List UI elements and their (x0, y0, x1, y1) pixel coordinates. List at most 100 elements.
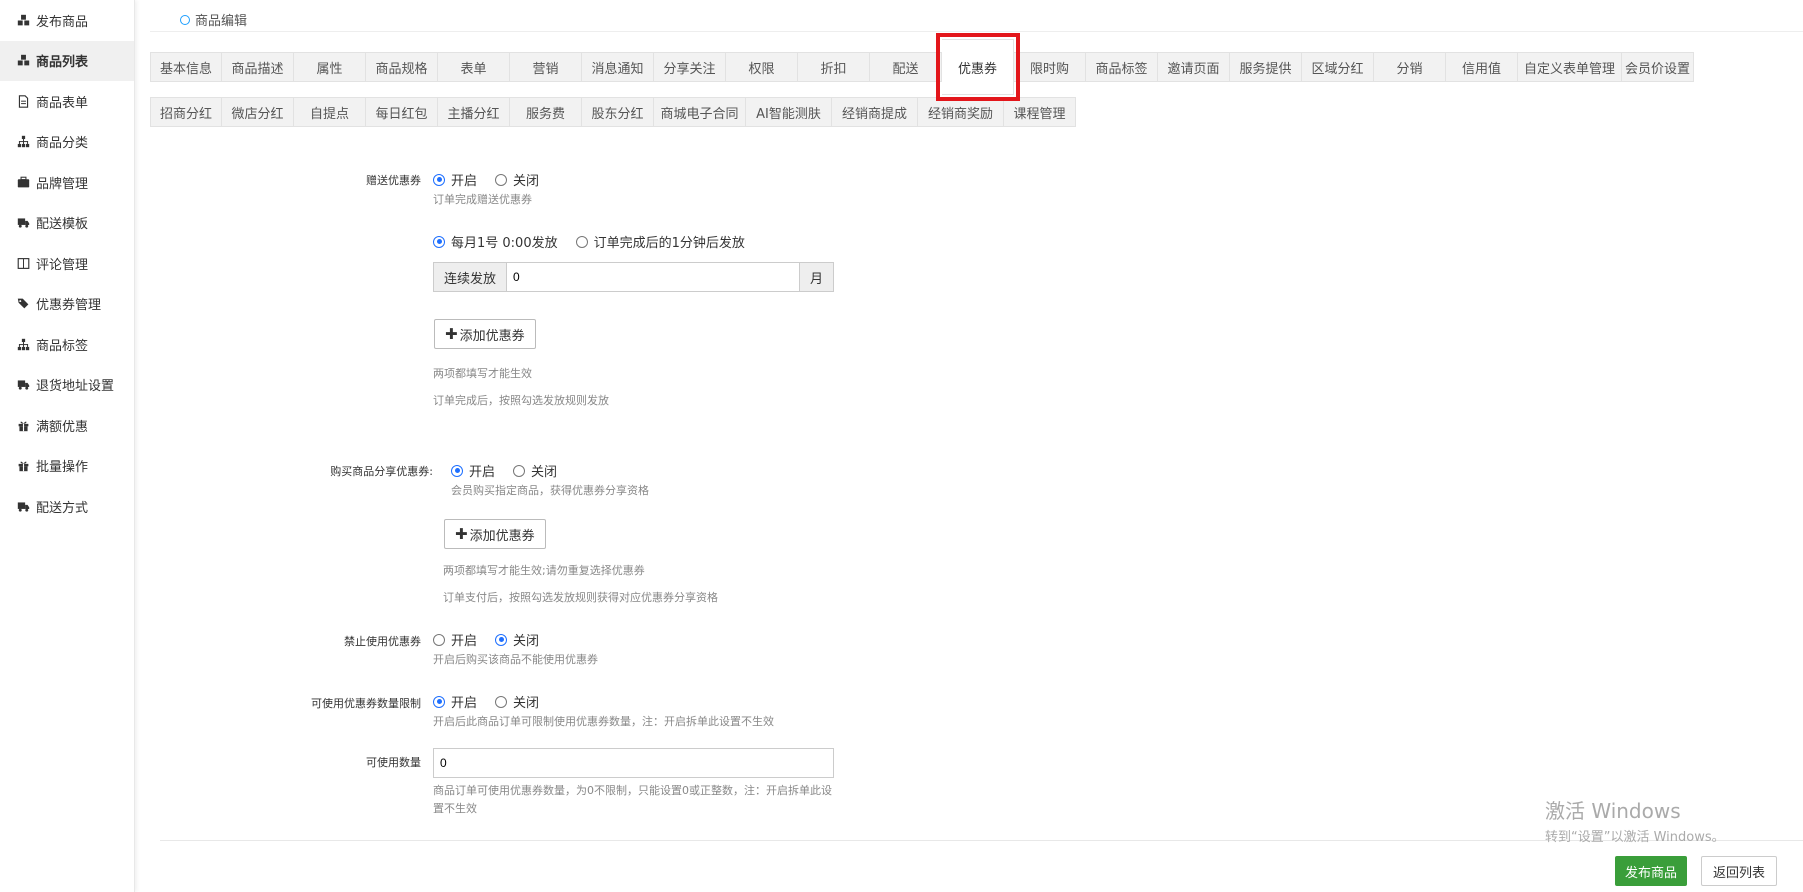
tab[interactable]: 分享关注 (654, 52, 726, 82)
sidebar-item[interactable]: 商品分类 (0, 122, 134, 163)
button-label: 添加优惠券 (459, 328, 525, 344)
continuous-issue-input[interactable] (507, 263, 799, 291)
tab[interactable]: 权限 (726, 52, 798, 82)
button-label: 添加优惠券 (469, 528, 535, 544)
tab[interactable]: 课程管理 (1004, 97, 1076, 127)
sidebar-item[interactable]: 商品列表 (0, 40, 134, 81)
tab[interactable]: 折扣 (798, 52, 870, 82)
tab[interactable]: 商品标签 (1086, 52, 1158, 82)
radio-label: 开启 (469, 465, 496, 480)
share-coupon-radio-group: 开启 关闭 (451, 461, 575, 480)
tab[interactable]: 表单 (438, 52, 510, 82)
truck-icon (16, 216, 30, 230)
radio-unchecked-icon (513, 464, 526, 477)
schedule-monthly-radio[interactable]: 每月1号 0:00发放 (433, 232, 558, 251)
share-coupon-off-radio[interactable]: 关闭 (513, 461, 557, 480)
sitemap-icon (16, 135, 30, 149)
sidebar-item-label: 商品标签 (36, 338, 89, 354)
sidebar-item-label: 商品分类 (36, 136, 89, 152)
radio-checked-icon (433, 235, 445, 248)
tab[interactable]: 服务费 (510, 97, 582, 127)
tags-icon (16, 297, 30, 311)
tab[interactable]: 优惠券 (936, 33, 1020, 101)
tab[interactable]: 商品描述 (222, 52, 294, 82)
truck-icon (16, 499, 30, 513)
radio-checked-icon (433, 173, 445, 186)
tab[interactable]: 自提点 (294, 97, 366, 127)
sidebar-item[interactable]: 品牌管理 (0, 162, 134, 203)
usable-count-input[interactable] (433, 748, 834, 778)
circle-icon (180, 14, 190, 25)
continuous-issue-group: 连续发放 月 (433, 262, 834, 292)
tab[interactable]: 商品规格 (366, 52, 438, 82)
radio-unchecked-icon (433, 633, 445, 646)
sidebar-item-label: 优惠券管理 (36, 298, 102, 314)
radio-label: 开启 (451, 174, 478, 189)
limit-coupon-on-radio[interactable]: 开启 (433, 692, 477, 711)
sidebar-item[interactable]: 配送方式 (0, 486, 134, 527)
sidebar-item-label: 商品表单 (36, 95, 89, 111)
tab[interactable]: 自定义表单管理 (1518, 52, 1622, 82)
tab[interactable]: 每日红包 (366, 97, 438, 127)
tab-bar-row-1: 基本信息 商品描述 属性 商品规格 表单 营销 消息通知 分享关注 权限 折扣 配送 优惠券 限时购 商品… (150, 33, 1694, 101)
tab-bar-row-2: 招商分红 微店分红 自提点 每日红包 主播分红 服务费 股东分红 商城电子合同 AI智能测肤 经销… (150, 97, 1076, 127)
sidebar-item[interactable]: 评论管理 (0, 243, 134, 284)
add-gift-coupon-button[interactable]: ✚ 添加优惠券 (434, 319, 536, 349)
sidebar-item[interactable]: 满额优惠 (0, 405, 134, 446)
tab[interactable]: 配送 (870, 52, 942, 82)
continuous-issue-unit: 月 (798, 263, 833, 291)
sidebar-item[interactable]: 商品表单 (0, 81, 134, 122)
radio-checked-icon (451, 464, 463, 477)
tab[interactable]: 分销 (1374, 52, 1446, 82)
sidebar-item[interactable]: 批量操作 (0, 446, 134, 487)
sidebar-item[interactable]: 优惠券管理 (0, 284, 134, 325)
radio-label: 每月1号 0:00发放 (451, 236, 558, 251)
sidebar-item[interactable]: 退货地址设置 (0, 365, 134, 406)
share-coupon-on-radio[interactable]: 开启 (451, 461, 495, 480)
form-icon (16, 94, 30, 108)
add-share-coupon-button[interactable]: ✚ 添加优惠券 (444, 519, 546, 549)
gift-coupon-note-1: 两项都填写才能生效 (433, 367, 532, 380)
tab[interactable]: 经销商提成 (832, 97, 918, 127)
schedule-after-order-radio[interactable]: 订单完成后的1分钟后发放 (575, 232, 745, 251)
tab[interactable]: 信用值 (1446, 52, 1518, 82)
tab[interactable]: 经销商奖励 (918, 97, 1004, 127)
radio-label: 订单完成后的1分钟后发放 (593, 236, 745, 251)
limit-coupon-off-radio[interactable]: 关闭 (495, 692, 539, 711)
forbid-coupon-hint: 开启后购买该商品不能使用优惠券 (433, 653, 598, 666)
radio-label: 开启 (451, 634, 478, 649)
tab[interactable]: 属性 (294, 52, 366, 82)
tab[interactable]: 会员价设置 (1622, 52, 1694, 82)
tab[interactable]: 营销 (510, 52, 582, 82)
gift-icon (16, 418, 30, 432)
tab[interactable]: 限时购 (1014, 52, 1086, 82)
radio-unchecked-icon (495, 695, 508, 708)
tab[interactable]: 区域分红 (1302, 52, 1374, 82)
tab[interactable]: 消息通知 (582, 52, 654, 82)
truck-icon (16, 378, 30, 392)
forbid-coupon-on-radio[interactable]: 开启 (433, 630, 477, 649)
gift-coupon-on-radio[interactable]: 开启 (433, 170, 477, 189)
tab[interactable]: 邀请页面 (1158, 52, 1230, 82)
back-to-list-button[interactable]: 返回列表 (1701, 856, 1777, 886)
sidebar-item[interactable]: 配送模板 (0, 203, 134, 244)
plus-icon: ✚ (445, 325, 458, 343)
sidebar-item[interactable]: 商品标签 (0, 324, 134, 365)
tab[interactable]: 股东分红 (582, 97, 654, 127)
tab[interactable]: 服务提供 (1230, 52, 1302, 82)
tab[interactable]: 微店分红 (222, 97, 294, 127)
share-coupon-note-2: 订单支付后，按照勾选发放规则获得对应优惠券分享资格 (443, 591, 718, 604)
gift-coupon-off-radio[interactable]: 关闭 (495, 170, 539, 189)
briefcase-icon (16, 175, 30, 189)
radio-checked-icon (433, 695, 445, 708)
forbid-coupon-off-radio[interactable]: 关闭 (495, 630, 539, 649)
tab[interactable]: 基本信息 (150, 52, 222, 82)
tab[interactable]: 主播分红 (438, 97, 510, 127)
tab[interactable]: AI智能测肤 (746, 97, 832, 127)
sidebar-item[interactable]: 发布商品 (0, 0, 134, 41)
forbid-coupon-label: 禁止使用优惠券 (344, 635, 421, 648)
tab[interactable]: 招商分红 (150, 97, 222, 127)
share-coupon-label: 购买商品分享优惠券: (330, 465, 433, 478)
tab[interactable]: 商城电子合同 (654, 97, 746, 127)
publish-button[interactable]: 发布商品 (1615, 856, 1687, 886)
